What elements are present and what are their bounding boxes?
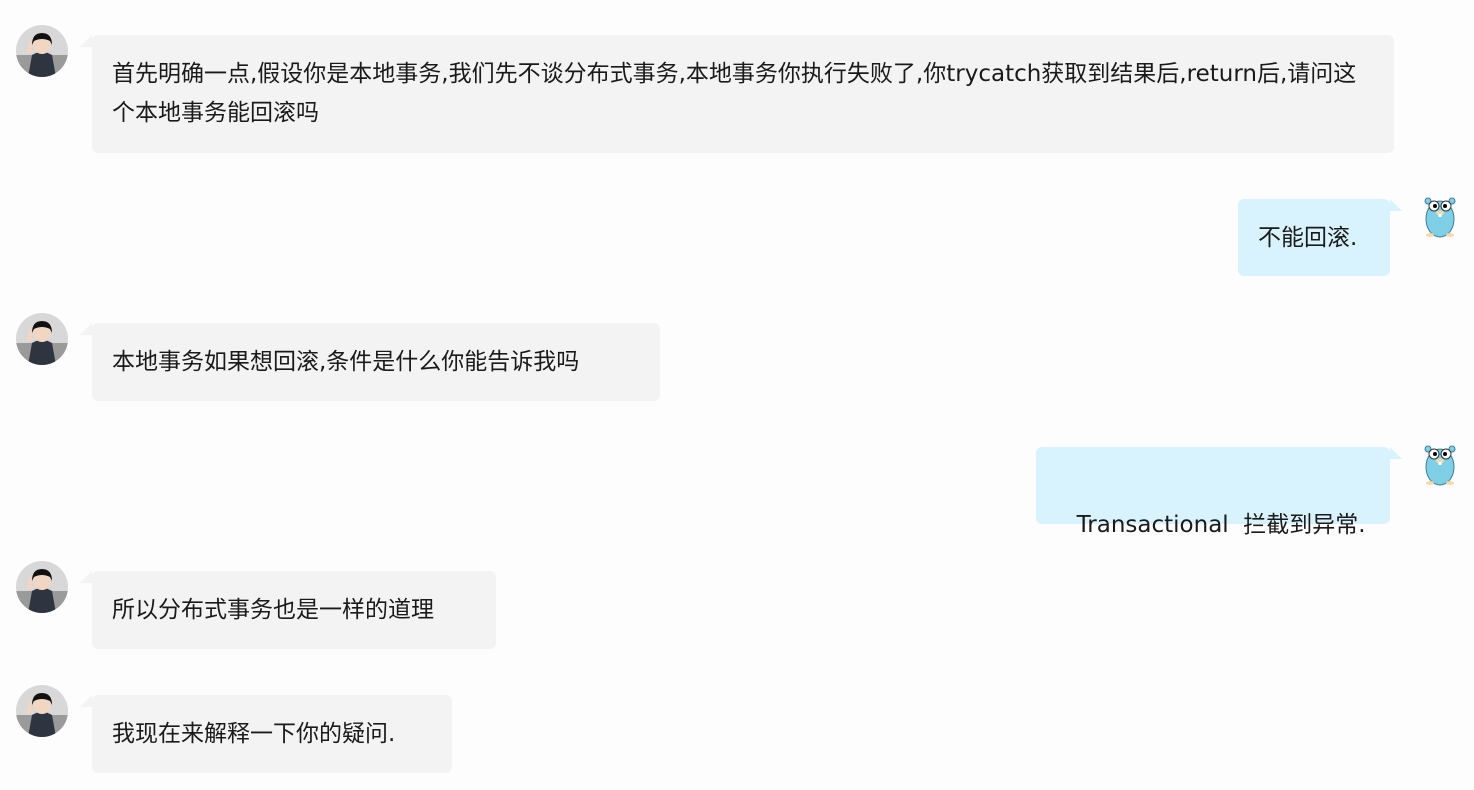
gopher-avatar-icon[interactable] xyxy=(1422,193,1458,239)
message-text: 所以分布式事务也是一样的道理 xyxy=(112,597,434,623)
user-avatar[interactable] xyxy=(16,313,68,365)
chat-bubble-outgoing[interactable]: Transactional 拦截到异常. xyxy=(1036,447,1390,538)
user-avatar[interactable] xyxy=(16,25,68,77)
chat-bubble-incoming[interactable]: 本地事务如果想回滚,条件是什么你能告诉我吗 xyxy=(92,323,660,401)
message-text: 本地事务如果想回滚,条件是什么你能告诉我吗 xyxy=(112,349,580,375)
bubble-tail xyxy=(1390,199,1402,211)
message-text: 我现在来解释一下你的疑问. xyxy=(112,721,396,747)
bubble-tail xyxy=(80,323,92,335)
chat-bubble-incoming[interactable]: 我现在来解释一下你的疑问. xyxy=(92,695,452,773)
bubble-tail xyxy=(1390,447,1402,459)
bubble-tail xyxy=(80,571,92,583)
bubble-tail xyxy=(80,35,92,47)
message-text: Transactional 拦截到异常. xyxy=(1076,512,1366,538)
chat-bubble-outgoing[interactable]: 不能回滚. xyxy=(1238,199,1390,276)
user-avatar[interactable] xyxy=(16,685,68,737)
message-text: 不能回滚. xyxy=(1258,225,1358,251)
chat-bubble-incoming[interactable]: 首先明确一点,假设你是本地事务,我们先不谈分布式事务,本地事务你执行失败了,你t… xyxy=(92,35,1394,153)
message-text: 首先明确一点,假设你是本地事务,我们先不谈分布式事务,本地事务你执行失败了,你t… xyxy=(112,61,1357,126)
user-avatar[interactable] xyxy=(16,561,68,613)
gopher-avatar-icon[interactable] xyxy=(1422,441,1458,487)
bubble-tail xyxy=(80,695,92,707)
chat-bubble-incoming[interactable]: 所以分布式事务也是一样的道理 xyxy=(92,571,496,649)
